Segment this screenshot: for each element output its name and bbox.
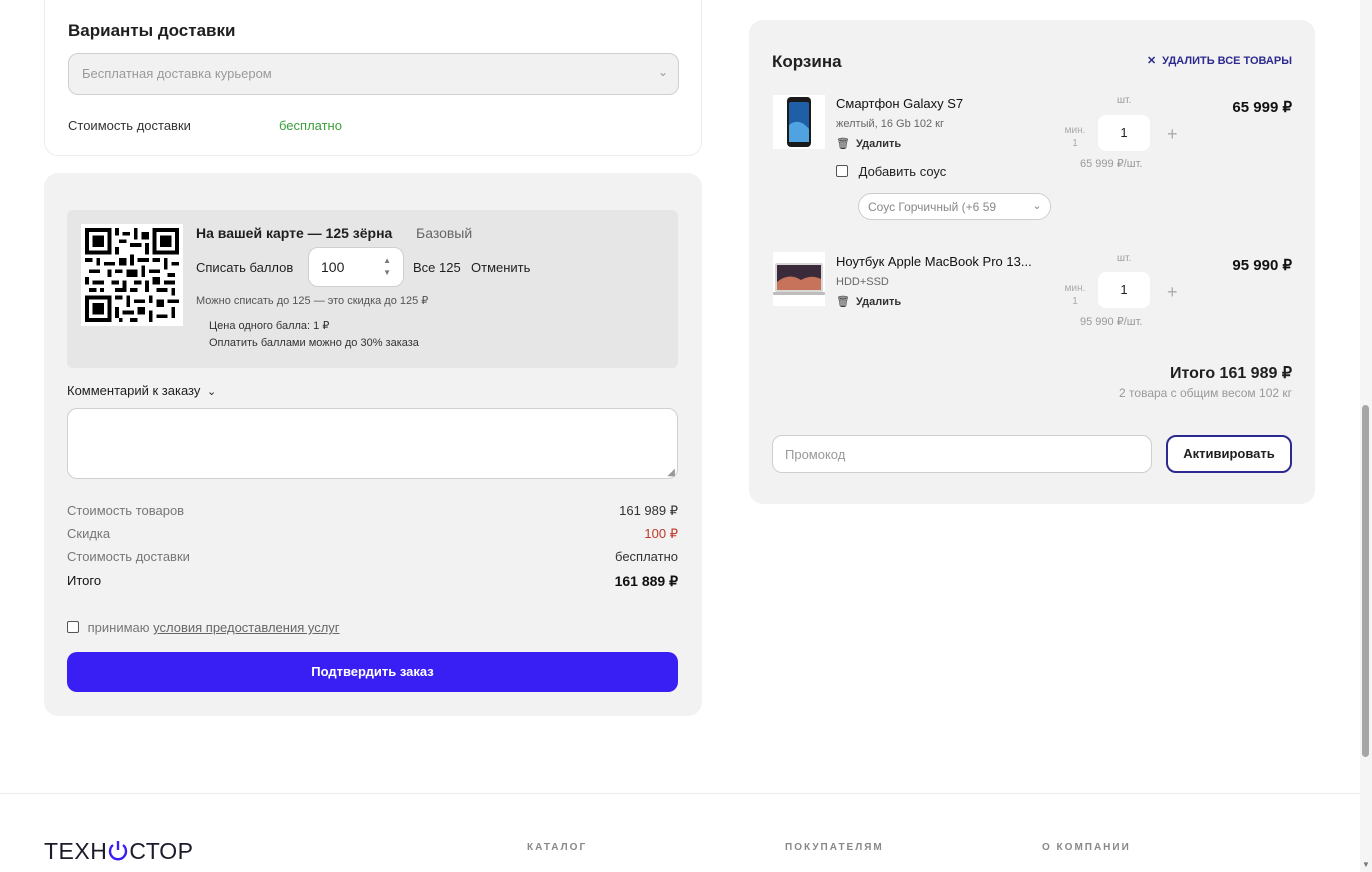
sauce-select[interactable]: Соус Горчичный (+6 59 ⌄ <box>858 193 1051 220</box>
logo-text-right: СТОР <box>129 838 194 864</box>
logo-text-left: ТЕХН <box>44 838 108 864</box>
power-icon <box>107 838 129 864</box>
cart-card: Корзина ✕ УДАЛИТЬ ВСЕ ТОВАРЫ Смартфон Gal… <box>749 20 1315 504</box>
delete-item-button[interactable]: 🗑 Удалить <box>836 295 901 308</box>
qr-code-icon <box>81 224 183 326</box>
qty-min-label: мин. 1 <box>1062 124 1088 150</box>
loyalty-title: На вашей карте — 125 зёрна <box>196 225 393 241</box>
qty-unit-label: шт. <box>1117 253 1132 264</box>
footer-nav-customers[interactable]: ПОКУПАТЕЛЯМ <box>785 842 884 853</box>
terms-checkbox-row[interactable]: принимаю условия предоставления услуг <box>67 620 340 635</box>
delivery-card: Варианты доставки Бесплатная доставка ку… <box>44 0 702 156</box>
cart-title: Корзина <box>772 52 842 71</box>
delete-item-button[interactable]: 🗑 Удалить <box>836 137 901 150</box>
summary-goods-row: Стоимость товаров 161 989 ₽ <box>67 503 678 518</box>
unit-price: 65 999 ₽/шт. <box>1080 158 1143 170</box>
qty-input[interactable]: 1 <box>1098 115 1150 151</box>
plus-icon[interactable]: + <box>1167 282 1178 303</box>
logo[interactable]: ТЕХН СТОР <box>44 838 193 865</box>
qty-min-text: мин. <box>1064 125 1086 136</box>
footer-divider <box>0 793 1360 794</box>
use-all-points-button[interactable]: Все 125 <box>413 260 461 275</box>
delivery-select-value: Бесплатная доставка курьером <box>82 66 272 81</box>
points-input[interactable]: 100 ▲ ▼ <box>308 247 404 287</box>
loyalty-level: Базовый <box>416 225 473 241</box>
cart-item-options: HDD+SSD <box>836 276 889 288</box>
checkout-card: На вашей карте — 125 зёрна Базовый Списа… <box>44 173 702 716</box>
confirm-order-button[interactable]: Подтвердить заказ <box>67 652 678 692</box>
cancel-points-button[interactable]: Отменить <box>471 260 530 275</box>
summary-goods-label: Стоимость товаров <box>67 503 185 518</box>
clear-cart-label: УДАЛИТЬ ВСЕ ТОВАРЫ <box>1162 55 1292 67</box>
summary-discount-value: 100 ₽ <box>644 526 678 541</box>
summary-goods-value: 161 989 ₽ <box>619 503 678 518</box>
loyalty-box: На вашей карте — 125 зёрна Базовый Списа… <box>67 210 678 368</box>
chevron-down-icon: ⌄ <box>657 65 668 79</box>
summary-discount-label: Скидка <box>67 526 111 541</box>
summary-discount-row: Скидка 100 ₽ <box>67 526 678 541</box>
footer-nav-catalog[interactable]: КАТАЛОГ <box>527 842 587 853</box>
footer-nav-company[interactable]: О КОМПАНИИ <box>1042 842 1131 853</box>
qty-min-value: 1 <box>1072 296 1078 307</box>
add-sauce-checkbox-row[interactable]: Добавить соус <box>836 164 946 179</box>
summary-delivery-label: Стоимость доставки <box>67 549 190 564</box>
close-icon: ✕ <box>1146 55 1157 67</box>
chevron-down-icon: ⌄ <box>206 386 217 398</box>
chevron-down-icon: ⌄ <box>1024 194 1050 219</box>
plus-icon[interactable]: + <box>1167 124 1178 145</box>
delivery-title: Варианты доставки <box>68 21 236 40</box>
points-limit-text: Оплатить баллами можно до 30% заказа <box>209 337 419 349</box>
terms-checkbox[interactable] <box>67 621 79 633</box>
unit-price: 95 990 ₽/шт. <box>1080 316 1143 328</box>
cart-item-name[interactable]: Ноутбук Apple MacBook Pro 13... <box>836 254 1032 269</box>
comment-toggle[interactable]: Комментарий к заказу ⌄ <box>67 383 216 398</box>
sauce-select-value: Соус Горчичный (+6 59 <box>868 200 997 214</box>
page-scrollbar[interactable]: ▼ <box>1360 0 1372 872</box>
writeoff-label: Списать баллов <box>196 260 294 275</box>
phone-image <box>773 95 825 149</box>
cart-item-name[interactable]: Смартфон Galaxy S7 <box>836 96 963 111</box>
delivery-select[interactable]: Бесплатная доставка курьером ⌄ <box>68 53 679 95</box>
terms-link[interactable]: условия предоставления услуг <box>153 620 339 635</box>
summary-total-label: Итого <box>67 573 102 588</box>
clear-cart-button[interactable]: ✕ УДАЛИТЬ ВСЕ ТОВАРЫ <box>1147 54 1292 67</box>
summary-delivery-value: бесплатно <box>615 549 678 564</box>
qty-min-label: мин. 1 <box>1062 282 1088 308</box>
summary-total-value: 161 889 ₽ <box>614 573 678 589</box>
add-sauce-checkbox[interactable] <box>836 165 848 177</box>
scroll-down-icon[interactable]: ▼ <box>1362 860 1370 869</box>
qty-unit-label: шт. <box>1117 95 1132 106</box>
loyalty-note: Можно списать до 125 — это скидка до 125… <box>196 295 429 307</box>
stepper-arrows-icon[interactable]: ▲ ▼ <box>383 255 391 279</box>
cart-item-options: желтый, 16 Gb 102 кг <box>836 118 944 130</box>
delivery-cost-label: Стоимость доставки <box>68 118 191 133</box>
cart-total: Итого 161 989 ₽ <box>1169 365 1292 382</box>
add-sauce-label: Добавить соус <box>858 164 947 179</box>
point-price-text: Цена одного балла: 1 ₽ <box>209 320 330 332</box>
trash-icon: 🗑 <box>836 296 850 308</box>
promo-code-input[interactable]: Промокод <box>772 435 1152 473</box>
laptop-image <box>773 252 825 306</box>
delete-item-label: Удалить <box>855 296 902 308</box>
summary-delivery-row: Стоимость доставки бесплатно <box>67 549 678 564</box>
cart-weight: 2 товара с общим весом 102 кг <box>1119 386 1292 400</box>
qty-min-text: мин. <box>1064 283 1086 294</box>
scrollbar-thumb[interactable] <box>1362 405 1369 757</box>
delivery-cost-value: бесплатно <box>279 118 342 133</box>
comment-textarea[interactable]: ◢ <box>67 408 678 479</box>
points-input-value: 100 <box>321 259 345 275</box>
qty-input[interactable]: 1 <box>1098 272 1150 308</box>
trash-icon: 🗑 <box>836 138 850 150</box>
qty-min-value: 1 <box>1072 138 1078 149</box>
activate-promo-button[interactable]: Активировать <box>1166 435 1292 473</box>
terms-prefix: принимаю <box>87 620 150 635</box>
delete-item-label: Удалить <box>855 138 902 150</box>
resize-grip-icon[interactable]: ◢ <box>667 467 675 478</box>
cart-item-price: 65 999 ₽ <box>1232 99 1292 116</box>
comment-toggle-label: Комментарий к заказу <box>67 383 201 398</box>
summary-total-row: Итого 161 889 ₽ <box>67 573 678 589</box>
cart-item-price: 95 990 ₽ <box>1232 257 1292 274</box>
